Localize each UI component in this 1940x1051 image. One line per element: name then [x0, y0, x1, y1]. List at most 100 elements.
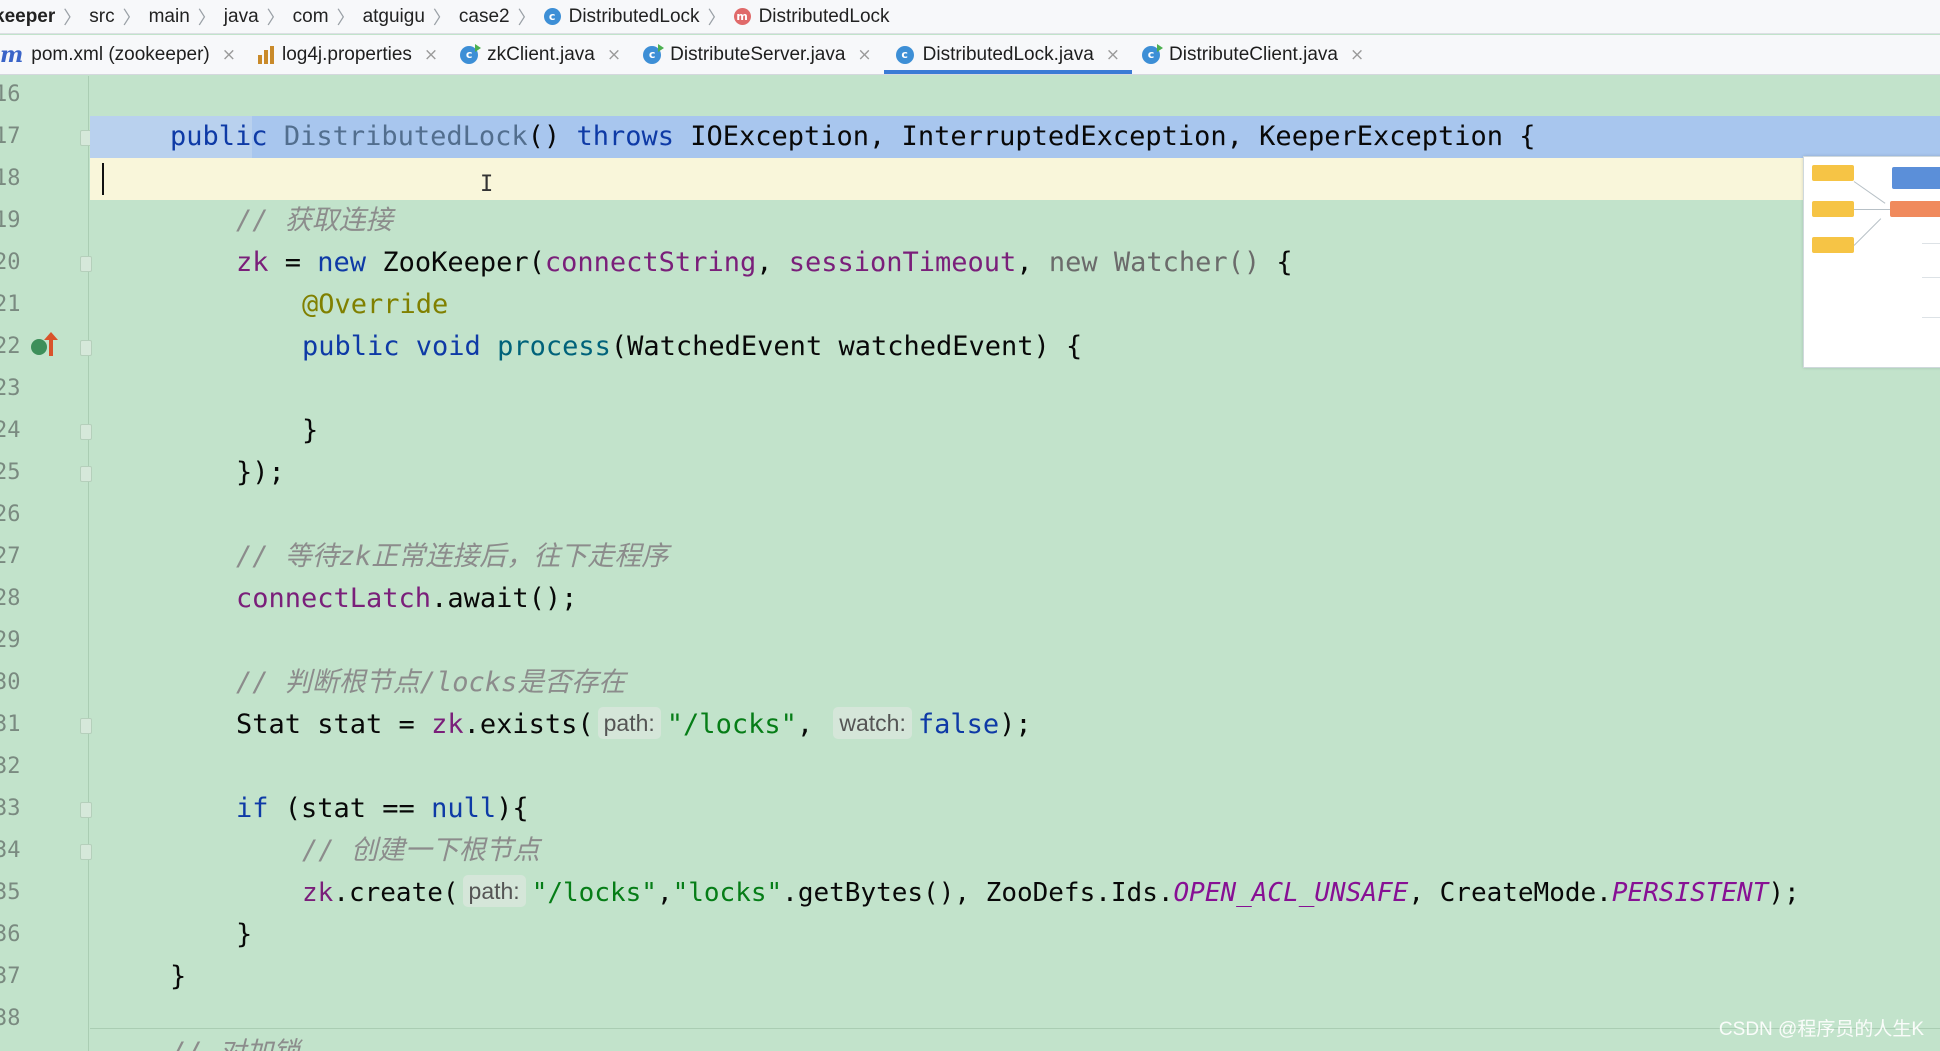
close-icon[interactable]: × [857, 45, 871, 65]
line-number: 29 [0, 628, 21, 653]
code-line-20: zk = new ZooKeeper(connectString, sessio… [236, 247, 1293, 278]
preview-node [1812, 237, 1854, 253]
preview-edge [1854, 209, 1890, 210]
code-editor[interactable]: I public DistributedLock() throws IOExce… [90, 76, 1940, 1051]
code-line-33: if (stat == null){ [236, 793, 529, 824]
method-separator [90, 1028, 1940, 1029]
code-line-37: } [170, 961, 187, 992]
preview-node [1892, 167, 1940, 189]
code-line-22: public void process(WatchedEvent watched… [302, 331, 1083, 362]
class-icon: c [895, 45, 914, 64]
line-number: 20 [0, 250, 21, 275]
line-number: 21 [0, 292, 21, 317]
code-line-24: } [302, 415, 319, 446]
tab-distributeserver-java[interactable]: c DistributeServer.java × [633, 35, 884, 74]
line-number: 34 [0, 838, 21, 863]
caret-line-highlight [90, 158, 1940, 200]
tab-log4j-properties[interactable]: log4j.properties × [248, 35, 450, 74]
line-number: 36 [0, 922, 21, 947]
tab-pom-xml[interactable]: m pom.xml (zookeeper) × [0, 35, 248, 74]
tab-label: DistributedLock.java [922, 43, 1094, 65]
code-line-36: } [236, 919, 253, 950]
runnable-class-icon: c [643, 43, 665, 64]
line-number: 17 [0, 124, 21, 149]
tab-zkclient-java[interactable]: c zkClient.java × [450, 35, 633, 74]
close-icon[interactable]: × [222, 45, 236, 65]
breadcrumb-item-module[interactable]: keeper [0, 6, 61, 28]
tab-label: pom.xml (zookeeper) [31, 43, 210, 65]
preview-edge [1922, 243, 1940, 244]
ibeam-cursor-icon: I [480, 172, 494, 197]
line-number: 35 [0, 880, 21, 905]
code-line-21: @Override [302, 289, 449, 320]
tab-label: zkClient.java [487, 43, 595, 65]
maven-icon: m [0, 41, 24, 68]
line-number: 23 [0, 376, 21, 401]
preview-node [1812, 165, 1854, 181]
editor-tab-bar: m pom.xml (zookeeper) × log4j.properties… [0, 35, 1940, 75]
breadcrumb-item-method[interactable]: m DistributedLock [730, 6, 896, 28]
line-number: 30 [0, 670, 21, 695]
class-icon: c [460, 43, 482, 64]
tab-distributedlock-java[interactable]: c DistributedLock.java × [883, 35, 1133, 74]
code-line-31: Stat stat = zk.exists(path: "/locks", wat… [236, 707, 1032, 740]
implements-arrow-icon[interactable] [44, 332, 58, 356]
preview-node [1812, 201, 1854, 217]
text-caret [102, 163, 104, 195]
properties-icon [257, 45, 274, 64]
breadcrumb-item-main[interactable]: main [145, 6, 196, 28]
preview-edge [1853, 218, 1882, 246]
breadcrumb-separator: 〉 [517, 7, 536, 28]
breadcrumb-item-com[interactable]: com [289, 6, 335, 28]
code-line-35: zk.create(path: "/locks","locks".getBytes… [302, 872, 1800, 914]
code-line-28: connectLatch.await(); [236, 583, 578, 614]
method-icon: m [733, 8, 751, 25]
breadcrumb-item-atguigu[interactable]: atguigu [359, 6, 431, 28]
line-number: 27 [0, 544, 21, 569]
line-number: 25 [0, 460, 21, 485]
breadcrumb-item-java[interactable]: java [220, 6, 265, 28]
code-line-17: public DistributedLock() throws IOExcept… [170, 121, 1536, 152]
breadcrumb-separator: 〉 [197, 7, 216, 28]
breadcrumb-item-class[interactable]: c DistributedLock [540, 6, 706, 28]
breadcrumb-separator: 〉 [63, 7, 82, 28]
breadcrumb-item-src[interactable]: src [85, 6, 120, 28]
parameter-hint: path: [462, 875, 526, 907]
diagram-preview-thumbnail[interactable] [1803, 156, 1940, 368]
code-line-34: // 创建一下根节点 [302, 835, 540, 866]
runnable-class-icon: c [1142, 43, 1164, 64]
line-number: 18 [0, 166, 21, 191]
line-number: 19 [0, 208, 21, 233]
editor-gutter[interactable]: 16 17 18 19 20 21 22 23 24 25 26 27 28 2… [0, 76, 92, 1051]
line-number: 31 [0, 712, 21, 737]
override-method-icon[interactable] [31, 339, 47, 355]
line-number: 28 [0, 586, 21, 611]
close-icon[interactable]: × [424, 45, 438, 65]
preview-edge [1922, 317, 1940, 318]
tab-distributeclient-java[interactable]: c DistributeClient.java × [1132, 35, 1376, 74]
code-line-30: // 判断根节点/locks是否存在 [236, 667, 626, 698]
line-number: 38 [0, 1006, 21, 1031]
line-number: 16 [0, 82, 21, 107]
breadcrumb-separator: 〉 [336, 7, 355, 28]
breadcrumb-separator: 〉 [707, 7, 726, 28]
line-number: 26 [0, 502, 21, 527]
breadcrumb-separator: 〉 [432, 7, 451, 28]
tab-label: DistributeServer.java [670, 43, 846, 65]
close-icon[interactable]: × [1106, 45, 1120, 65]
breadcrumb-separator: 〉 [122, 7, 141, 28]
code-line-27: // 等待zk正常连接后，往下走程序 [236, 541, 669, 572]
line-number: 33 [0, 796, 21, 821]
close-icon[interactable]: × [607, 45, 621, 65]
code-line-25: }); [236, 457, 285, 488]
tab-label: log4j.properties [281, 43, 412, 65]
tab-label: DistributeClient.java [1169, 43, 1338, 65]
breadcrumb-separator: 〉 [266, 7, 285, 28]
line-number: 32 [0, 754, 21, 779]
close-icon[interactable]: × [1350, 45, 1364, 65]
line-number: 24 [0, 418, 21, 443]
parameter-hint: path: [597, 707, 661, 739]
parameter-hint: watch: [833, 707, 912, 739]
preview-edge [1922, 277, 1940, 278]
breadcrumb-item-case2[interactable]: case2 [455, 6, 516, 28]
